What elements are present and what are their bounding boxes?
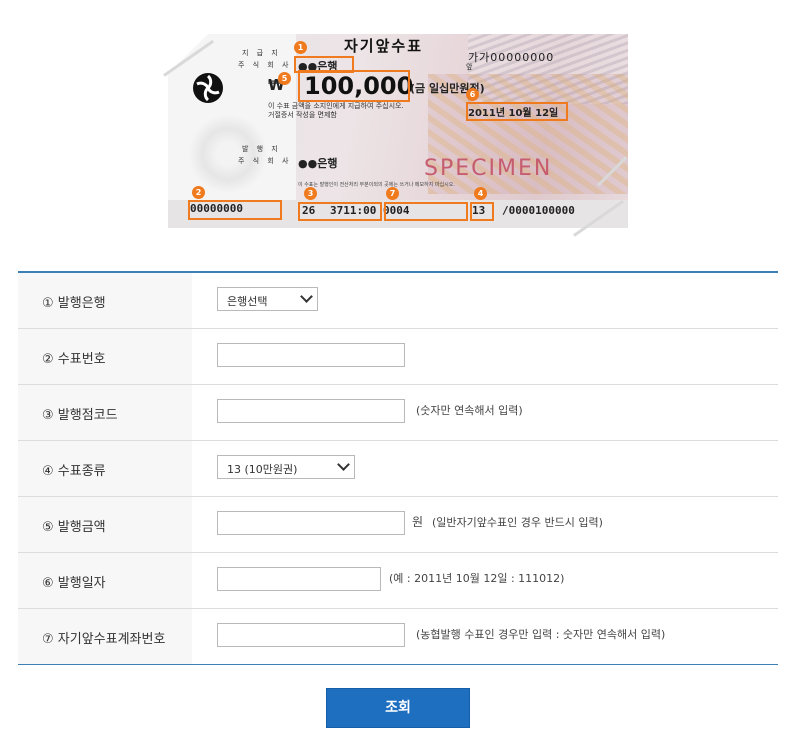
cheque-type-select[interactable]: 13 (10만원권) (217, 455, 355, 479)
chevron-down-icon (300, 290, 313, 303)
row-label-cell: ④ 수표종류 (18, 441, 192, 496)
select-value: 은행선택 (227, 295, 268, 308)
form-row-amount: ⑤ 발행금액 원 (일반자기앞수표인 경우 반드시 입력) (18, 497, 778, 553)
stub-label-company: 주 식 회 사 (238, 61, 292, 69)
row-label-cell: ③ 발행점코드 (18, 385, 192, 440)
form-row-cheque-type: ④ 수표종류 13 (10만원권) (18, 441, 778, 497)
field-label: ④ 수표종류 (42, 464, 106, 479)
issue-date-hint: (예 : 2011년 10월 12일 : 111012) (389, 572, 565, 585)
cheque-fine-print: 이 수표는 발행인이 전산처리 부분이외의 곳에는 쓰거나 메모하지 마십시오. (298, 182, 455, 188)
account-number-hint: (농협발행 수표인 경우만 입력 : 숫자만 연속해서 입력) (416, 628, 666, 641)
cheque-lookup-form: ① 발행은행 은행선택 ② 수표번호 ③ 발행점코드 (숫자만 연속해서 입력)… (18, 271, 778, 665)
amount-input[interactable] (217, 511, 405, 535)
highlight-box-date (466, 102, 568, 121)
cheque-title: 자기앞수표 (344, 37, 424, 55)
specimen-watermark: SPECIMEN (424, 156, 553, 181)
marker-5: 5 (278, 72, 291, 85)
amount-hint: (일반자기앞수표인 경우 반드시 입력) (432, 516, 603, 529)
issuing-bank-select[interactable]: 은행선택 (217, 287, 318, 311)
field-label: ⑤ 발행금액 (42, 520, 106, 535)
highlight-box-type (470, 202, 494, 221)
highlight-box-branch-code (298, 202, 382, 221)
cheque-specimen: 지 급 지 주 식 회 사 발 행 지 주 식 회 사 자기앞수표 가가0000… (168, 34, 628, 228)
cheque-serial-sub: 앞 (466, 63, 473, 71)
form-row-issue-date: ⑥ 발행일자 (예 : 2011년 10월 12일 : 111012) (18, 553, 778, 609)
cheque-guide-image: 지 급 지 주 식 회 사 발 행 지 주 식 회 사 자기앞수표 가가0000… (163, 34, 628, 237)
highlight-box-cheque-no (188, 200, 282, 220)
issue-date-input[interactable] (217, 567, 381, 591)
search-button[interactable]: 조회 (326, 688, 470, 728)
chevron-down-icon (337, 458, 350, 471)
row-label-cell: ⑦ 자기앞수표계좌번호 (18, 609, 192, 664)
cheque-bank-name-bottom: ●●은행 (298, 157, 338, 170)
row-label-cell: ② 수표번호 (18, 329, 192, 384)
branch-code-hint: (숫자만 연속해서 입력) (416, 404, 523, 417)
highlight-box-amount (298, 70, 410, 102)
form-row-account-number: ⑦ 자기앞수표계좌번호 (농협발행 수표인 경우만 입력 : 숫자만 연속해서 … (18, 609, 778, 664)
select-value: 13 (10만원권) (227, 463, 298, 476)
amount-unit: 원 (412, 515, 424, 529)
field-label: ⑥ 발행일자 (42, 576, 106, 591)
marker-2: 2 (192, 186, 205, 199)
stub-label-payee-place: 지 급 지 (242, 49, 281, 57)
field-label: ③ 발행점코드 (42, 408, 118, 423)
marker-7: 7 (386, 187, 399, 200)
form-row-branch-code: ③ 발행점코드 (숫자만 연속해서 입력) (18, 385, 778, 441)
stub-label-issue-place: 발 행 지 (242, 145, 281, 153)
form-row-cheque-number: ② 수표번호 (18, 329, 778, 385)
highlight-box-account (384, 202, 468, 221)
row-label-cell: ⑤ 발행금액 (18, 497, 192, 552)
cheque-number-input[interactable] (217, 343, 405, 367)
marker-1: 1 (294, 41, 307, 54)
marker-6: 6 (466, 88, 479, 101)
form-row-issuing-bank: ① 발행은행 은행선택 (18, 273, 778, 329)
field-label: ⑦ 자기앞수표계좌번호 (42, 632, 166, 647)
bank-emblem-icon (193, 73, 223, 103)
cheque-note: 이 수표 금액을 소지인에게 지급하여 주십시오. 거절증서 작성을 면제함 (268, 102, 404, 119)
cheque-flower-watermark (188, 114, 268, 194)
row-label-cell: ① 발행은행 (18, 273, 192, 328)
micr-account: /0000100000 (502, 204, 575, 217)
branch-code-input[interactable] (217, 399, 405, 423)
account-number-input[interactable] (217, 623, 405, 647)
field-label: ① 발행은행 (42, 296, 106, 311)
marker-4: 4 (474, 187, 487, 200)
stub-label-company-2: 주 식 회 사 (238, 157, 292, 165)
field-label: ② 수표번호 (42, 352, 106, 367)
cheque-serial: 가가00000000 (468, 51, 555, 64)
marker-3: 3 (304, 187, 317, 200)
row-label-cell: ⑥ 발행일자 (18, 553, 192, 608)
